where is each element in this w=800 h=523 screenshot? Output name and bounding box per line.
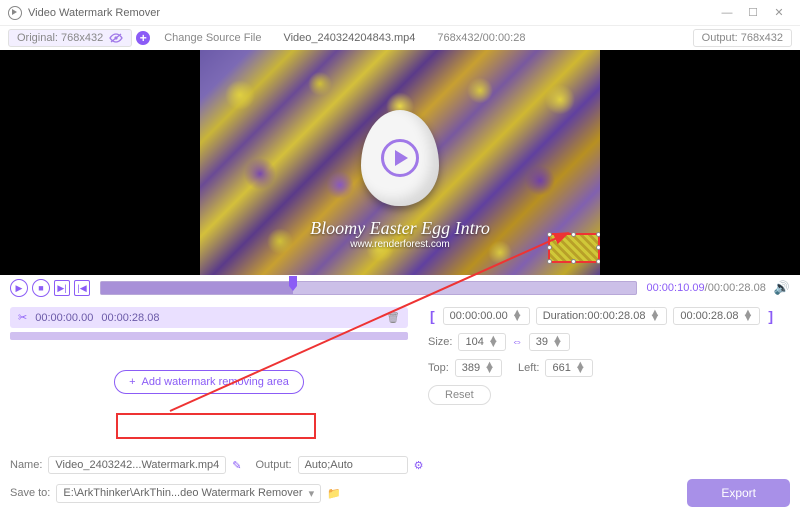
segment-start-time: 00:00:00.00 [35,312,93,324]
output-resolution-label: Output: 768x432 [702,32,783,44]
trim-end-bracket-icon[interactable]: ] [766,308,775,324]
folder-icon[interactable]: 📁 [327,487,341,500]
watermark-selection-box[interactable] [548,233,600,263]
left-input[interactable]: 661▲▼ [545,359,592,377]
footer-bar: Name: Video_2403242...Watermark.mp4 ✎ Ou… [0,451,800,517]
trim-duration-input[interactable]: Duration:00:00:28.08▲▼ [536,307,668,325]
current-filename: Video_240324204843.mp4 [271,32,427,44]
play-button[interactable]: ▶ [10,279,28,297]
titlebar: Video Watermark Remover — ☐ ✕ [0,0,800,26]
info-bar: Original: 768x432 + Change Source File V… [0,26,800,50]
save-to-label: Save to: [10,487,50,499]
size-label: Size: [428,336,452,348]
size-height-input[interactable]: 39▲▼ [529,333,570,351]
top-input[interactable]: 389▲▼ [455,359,502,377]
playback-time: 00:00:10.09/00:00:28.08 [647,282,766,294]
minimize-button[interactable]: — [714,0,740,26]
name-input[interactable]: Video_2403242...Watermark.mp4 [48,456,226,474]
trash-icon[interactable]: 🗑 [386,311,400,324]
link-aspect-icon[interactable]: ⇔ [512,336,523,348]
maximize-button[interactable]: ☐ [740,0,766,26]
segment-bar[interactable]: ✂ 00:00:00.00 00:00:28.08 🗑 [10,307,408,328]
volume-icon[interactable]: 🔊 [774,280,790,296]
name-label: Name: [10,459,42,471]
pencil-icon[interactable]: ✎ [232,459,241,472]
timeline-scrubber[interactable] [100,281,637,295]
plus-circle-icon[interactable]: + [136,31,150,45]
top-label: Top: [428,362,449,374]
trim-start-bracket-icon[interactable]: [ [428,308,437,324]
chevron-down-icon: ▾ [309,487,315,500]
output-label: Output: [256,459,292,471]
plus-icon: + [129,376,135,388]
size-width-input[interactable]: 104▲▼ [458,333,505,351]
playback-controls: ▶ ■ ▶| |◀ 00:00:10.09/00:00:28.08 🔊 [0,275,800,301]
next-frame-button[interactable]: |◀ [74,280,90,296]
playhead-icon[interactable] [289,276,297,286]
add-watermark-area-button[interactable]: + Add watermark removing area [114,370,304,394]
original-resolution-label: Original: 768x432 [17,32,103,44]
stop-button[interactable]: ■ [32,279,50,297]
dimensions-duration: 768x432/00:00:28 [431,32,531,44]
original-resolution-chip[interactable]: Original: 768x432 [8,29,132,47]
eye-slash-icon [109,33,123,43]
app-title: Video Watermark Remover [28,7,160,19]
save-to-dropdown[interactable]: E:\ArkThinker\ArkThin...deo Watermark Re… [56,484,321,503]
export-button[interactable]: Export [687,479,790,507]
output-resolution-chip[interactable]: Output: 768x432 [693,29,792,47]
close-button[interactable]: ✕ [766,0,792,26]
prev-frame-button[interactable]: ▶| [54,280,70,296]
trim-start-input[interactable]: 00:00:00.00▲▼ [443,307,530,325]
scissors-icon: ✂ [18,311,27,324]
app-logo-icon [8,6,22,20]
change-source-link[interactable]: Change Source File [158,32,267,44]
trim-end-input[interactable]: 00:00:28.08▲▼ [673,307,760,325]
gear-icon[interactable]: ⚙ [414,459,424,472]
reset-button[interactable]: Reset [428,385,491,405]
output-format-input[interactable]: Auto;Auto [298,456,408,474]
add-watermark-area-label: Add watermark removing area [142,376,289,388]
play-overlay-icon [381,139,419,177]
left-label: Left: [518,362,539,374]
segment-track[interactable] [10,332,408,340]
segment-end-time: 00:00:28.08 [101,312,159,324]
video-preview[interactable]: Bloomy Easter Egg Intro www.renderforest… [0,50,800,275]
